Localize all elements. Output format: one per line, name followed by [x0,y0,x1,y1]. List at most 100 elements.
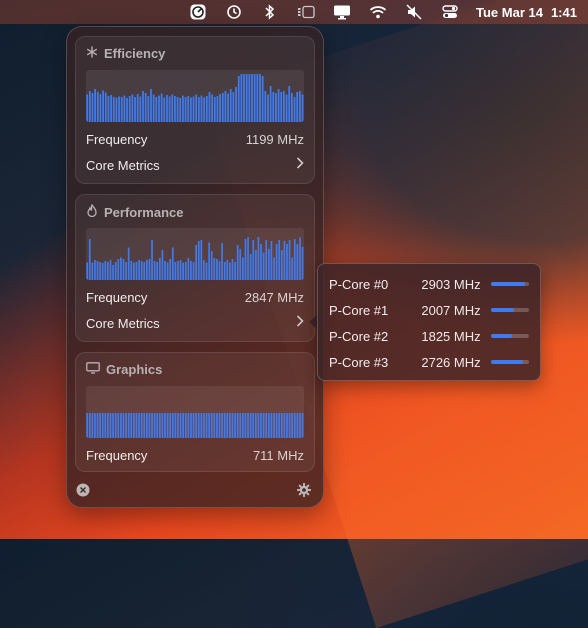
efficiency-core-metrics-row[interactable]: Core Metrics [86,155,304,175]
history-bar [127,247,130,280]
history-bar [293,239,296,280]
pcore-load-bar [490,308,529,312]
history-bar [145,413,148,438]
stage-manager-icon[interactable] [288,0,324,24]
wifi-icon[interactable] [360,0,396,24]
history-bar [125,413,127,438]
history-bar [184,262,187,280]
history-bar [197,97,200,122]
history-bar [227,93,229,122]
history-bar [91,93,94,122]
history-bar [192,96,195,122]
pcore-frequency: 2007 MHz [421,302,481,318]
history-bar [158,258,161,280]
pcore-name: P-Core #3 [329,354,389,370]
history-bar [216,413,218,438]
menu-bar-extras: Tue Mar 14 1:41 [180,0,577,24]
history-bar [182,413,185,438]
history-bar [161,250,164,280]
graphics-history-svg [86,413,304,438]
history-bar [161,413,164,438]
history-bar [88,239,91,280]
performance-frequency-value: 2847 MHz [244,289,304,305]
history-bar [288,240,291,280]
bluetooth-icon[interactable] [252,0,288,24]
history-bar [269,86,272,122]
history-bar [143,262,146,280]
history-bar [96,92,99,122]
performance-card: Performance Frequency 2847 MHz Core Metr… [75,194,315,342]
gear-icon[interactable] [297,483,311,497]
history-bar [280,92,283,122]
efficiency-frequency-value: 1199 MHz [245,131,304,147]
history-bar [133,413,135,438]
history-bar [219,94,221,122]
graphics-frequency-value: 711 MHz [252,447,304,463]
time-machine-icon[interactable] [216,0,252,24]
history-bar [166,413,169,438]
history-bar [257,237,260,280]
pcore-load-fill [490,334,512,338]
history-bar [278,240,281,280]
graphics-history-graph [86,386,304,438]
menu-bar-date[interactable]: Tue Mar 14 [476,5,543,20]
history-bar [283,413,286,438]
history-bar [142,91,144,122]
flame-icon [86,203,98,220]
history-bar [184,413,187,438]
history-bar [195,413,197,438]
history-bar [229,89,232,122]
history-bar [136,94,139,122]
history-bar [91,413,94,438]
menu-bar-time[interactable]: 1:41 [551,5,577,20]
graphics-frequency-row: Frequency 711 MHz [86,445,304,465]
history-bar [203,260,205,280]
history-bar [177,413,179,438]
cpu-stats-panel: Efficiency Frequency 1199 MHz Core Metri… [66,26,324,508]
history-bar [257,413,260,438]
history-bar [152,94,155,122]
history-bar [291,413,294,438]
history-bar [200,240,203,280]
history-bar [242,413,244,438]
history-bar [273,413,275,438]
history-bar [270,413,273,438]
chevron-right-icon [296,157,304,173]
history-bar [130,413,133,438]
history-bar [133,262,135,280]
history-bar [174,413,177,438]
mute-icon[interactable] [396,0,432,24]
pcore-load-fill [490,282,526,286]
history-bar [286,413,288,438]
history-bar [301,247,304,280]
history-bar [205,96,208,122]
history-bar [280,413,283,438]
history-bar [223,262,226,280]
display-icon[interactable] [324,0,360,24]
history-bar [244,239,247,280]
history-bar [293,97,296,122]
performance-frequency-row: Frequency 2847 MHz [86,287,304,307]
history-bar [151,240,153,280]
history-bar [101,263,104,280]
graphics-card: Graphics Frequency 711 MHz [75,352,315,472]
pcore-frequency: 1825 MHz [421,328,481,344]
history-bar [285,94,288,122]
control-center-icon[interactable] [432,0,468,24]
history-bar [131,94,134,122]
history-bar [252,240,255,280]
history-bar [288,413,291,438]
core-metrics-label: Core Metrics [86,315,160,331]
history-bar [252,413,255,438]
history-bar [99,262,101,280]
history-bar [262,413,265,438]
history-bar [171,247,174,280]
history-bar [138,260,140,280]
history-bar [169,413,172,438]
pcore-load-bar [490,334,529,338]
history-bar [158,95,160,122]
history-bar [109,260,112,280]
stats-gauge-icon[interactable] [180,0,216,24]
close-icon[interactable] [76,483,90,497]
performance-core-metrics-row[interactable]: Core Metrics [86,313,304,333]
